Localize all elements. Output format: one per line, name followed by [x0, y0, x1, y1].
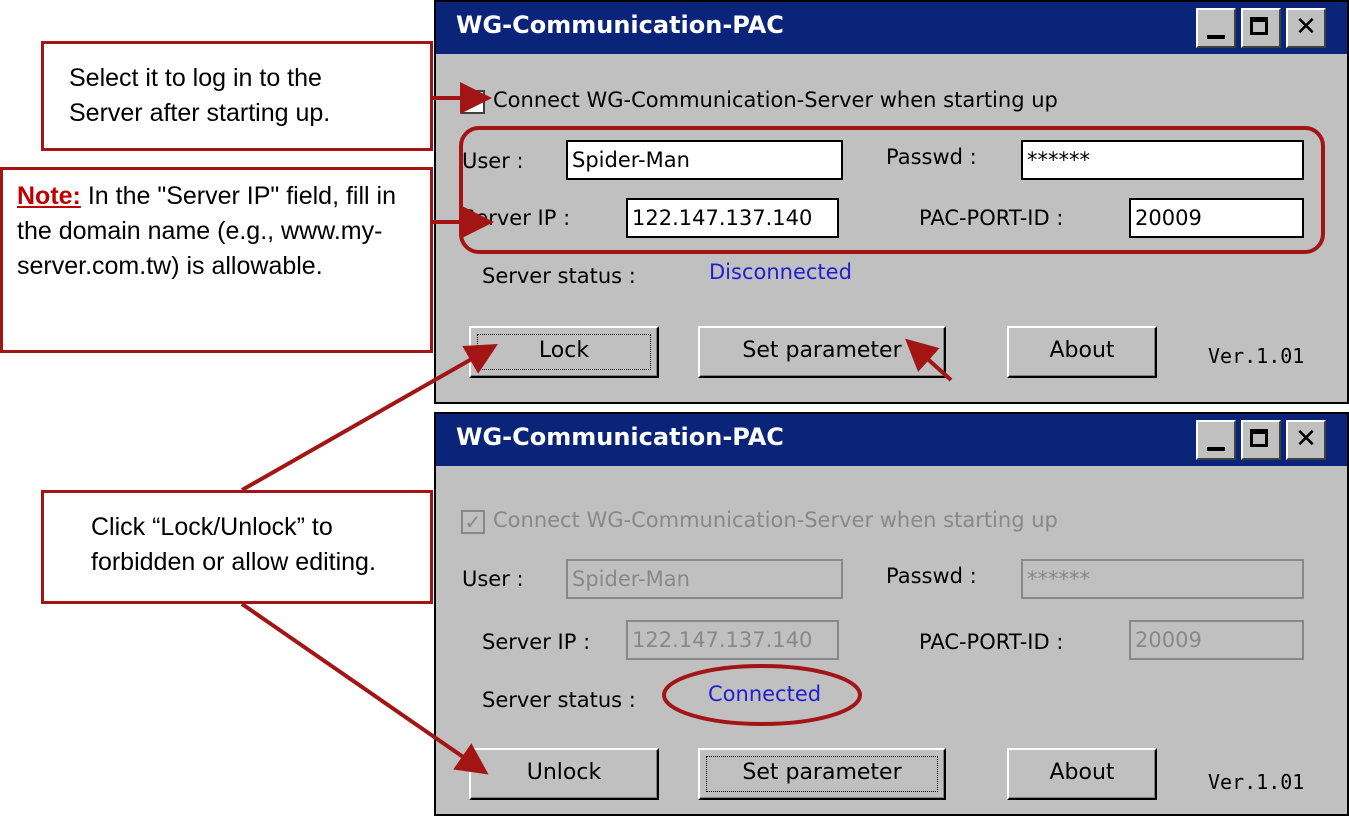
server-status-value: Connected	[708, 682, 822, 706]
close-icon[interactable]: ✕	[1286, 420, 1326, 460]
version-label: Ver.1.01	[1208, 770, 1305, 794]
minimize-icon[interactable]	[1196, 8, 1236, 48]
note-label: Note:	[17, 182, 81, 210]
maximize-icon[interactable]	[1241, 420, 1281, 460]
server-ip-label: Server IP :	[482, 630, 591, 654]
callout-note: Note: In the "Server IP" field, fill in …	[0, 167, 433, 353]
window-title: WG-Communication-PAC	[456, 423, 784, 451]
callout-lock-line-1: Click “Lock/Unlock” to	[91, 513, 333, 541]
connect-on-startup-label: Connect WG-Communication-Server when sta…	[493, 508, 1058, 532]
user-input[interactable]: Spider-Man	[566, 140, 843, 180]
callout-startup-line-1: Select it to log in to the	[69, 64, 322, 92]
lock-button[interactable]: Lock	[469, 326, 659, 378]
unlock-button[interactable]: Unlock	[469, 748, 659, 800]
about-button[interactable]: About	[1007, 748, 1157, 800]
title-bar: WG-Communication-PAC ✕	[436, 414, 1347, 466]
server-status-label: Server status :	[482, 688, 636, 712]
connect-on-startup-checkbox[interactable]: ✓	[461, 90, 485, 114]
passwd-input[interactable]: ******	[1021, 559, 1304, 599]
minimize-icon[interactable]	[1196, 420, 1236, 460]
server-ip-label: Server IP :	[462, 206, 571, 230]
callout-startup: Select it to log in to the Server after …	[41, 41, 433, 151]
server-status-value: Disconnected	[709, 260, 852, 284]
callout-startup-line-2: Server after starting up.	[69, 99, 331, 127]
callout-lock: Click “Lock/Unlock” to forbidden or allo…	[41, 490, 433, 604]
passwd-input[interactable]: ******	[1021, 140, 1304, 180]
user-label: User :	[462, 149, 524, 173]
callout-lock-line-2: forbidden or allow editing.	[91, 548, 376, 576]
set-parameter-button[interactable]: Set parameter	[698, 748, 946, 800]
port-label: PAC-PORT-ID :	[919, 630, 1064, 654]
server-ip-input[interactable]: 122.147.137.140	[626, 620, 839, 660]
user-input[interactable]: Spider-Man	[566, 559, 843, 599]
user-label: User :	[462, 567, 524, 591]
port-input[interactable]: 20009	[1129, 620, 1304, 660]
connect-on-startup-label: Connect WG-Communication-Server when sta…	[493, 88, 1058, 112]
connect-on-startup-checkbox[interactable]: ✓	[461, 510, 485, 534]
window-config: WG-Communication-PAC ✕ ✓ Connect WG-Comm…	[434, 0, 1349, 404]
about-button[interactable]: About	[1007, 326, 1157, 378]
server-ip-input[interactable]: 122.147.137.140	[626, 198, 839, 238]
window-title: WG-Communication-PAC	[456, 11, 784, 39]
window-locked: WG-Communication-PAC ✕ ✓ Connect WG-Comm…	[434, 412, 1349, 816]
title-bar: WG-Communication-PAC ✕	[436, 2, 1347, 54]
close-icon[interactable]: ✕	[1286, 8, 1326, 48]
passwd-label: Passwd :	[886, 564, 977, 588]
port-input[interactable]: 20009	[1129, 198, 1304, 238]
set-parameter-button[interactable]: Set parameter	[698, 326, 946, 378]
passwd-label: Passwd :	[886, 145, 977, 169]
port-label: PAC-PORT-ID :	[919, 206, 1064, 230]
version-label: Ver.1.01	[1208, 344, 1305, 368]
server-status-label: Server status :	[482, 264, 636, 288]
maximize-icon[interactable]	[1241, 8, 1281, 48]
